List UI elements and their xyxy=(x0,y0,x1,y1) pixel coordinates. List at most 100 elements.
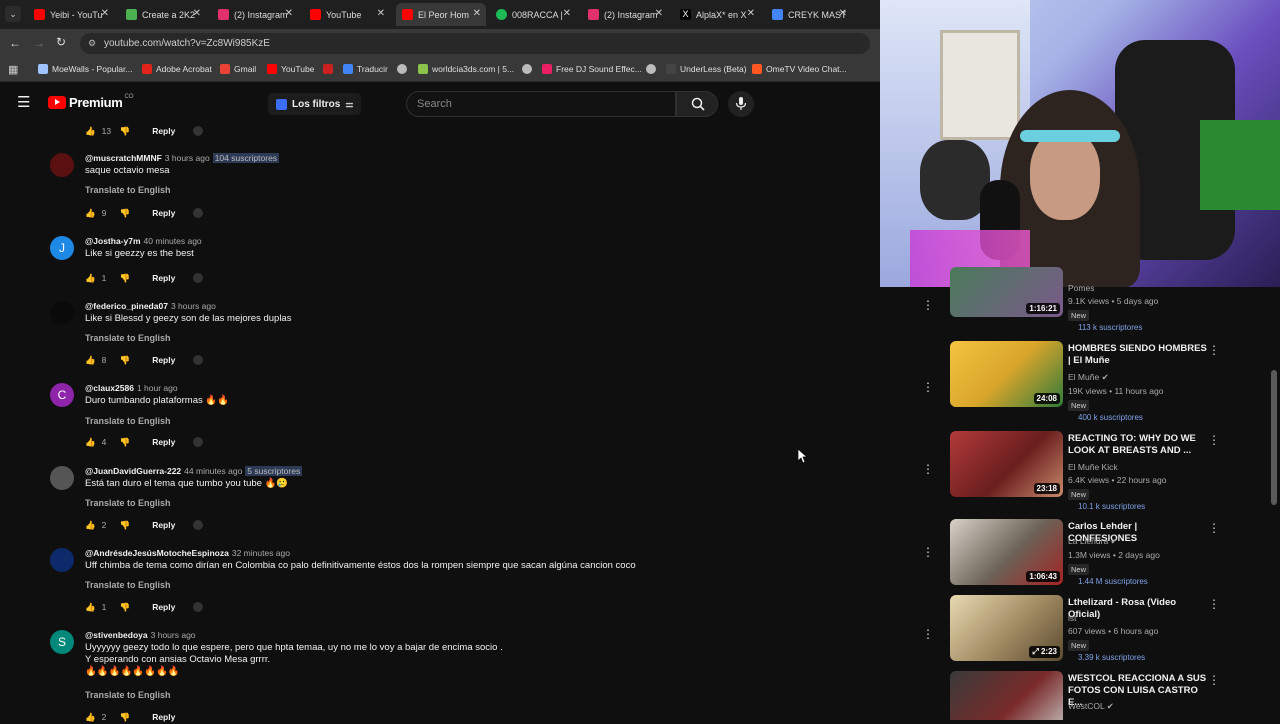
avatar[interactable] xyxy=(50,301,74,325)
video-thumbnail[interactable]: 1:16:21 xyxy=(950,267,1063,317)
dislike-icon[interactable]: 👎 xyxy=(120,208,131,219)
like-icon[interactable]: 👍 xyxy=(85,437,96,448)
dislike-icon[interactable]: 👎 xyxy=(120,273,131,284)
video-card[interactable]: 24:08 HOMBRES SIENDO HOMBRES | El Muñe E… xyxy=(950,341,1220,422)
translate-link[interactable]: Translate to English xyxy=(85,416,171,426)
video-title[interactable]: Lthelizard - Rosa (Video Oficial) xyxy=(1068,597,1208,621)
more-options-icon[interactable]: ⋮ xyxy=(922,462,934,476)
video-thumbnail[interactable]: ⤢ 2:23 xyxy=(950,595,1063,661)
more-options-icon[interactable]: ⋮ xyxy=(922,298,934,312)
dislike-icon[interactable]: 👎 xyxy=(120,437,131,448)
like-icon[interactable]: 👍 xyxy=(85,208,96,219)
video-channel[interactable]: El Muñe Kick xyxy=(1068,462,1118,472)
more-options-icon[interactable]: ⋮ xyxy=(922,545,934,559)
bookmark[interactable] xyxy=(522,64,536,74)
comment-author[interactable]: @Jostha-y7m 40 minutes ago xyxy=(85,236,202,246)
translate-link[interactable]: Translate to English xyxy=(85,580,171,590)
close-icon[interactable]: ✕ xyxy=(747,8,755,19)
tab-search-icon[interactable]: ⌄ xyxy=(5,6,21,22)
browser-tab[interactable]: YouTube ✕ xyxy=(304,3,390,26)
voice-search-button[interactable] xyxy=(728,91,754,117)
close-icon[interactable]: ✕ xyxy=(285,8,293,19)
reply-button[interactable]: Reply xyxy=(152,355,175,365)
more-options-icon[interactable]: ⋮ xyxy=(922,627,934,641)
video-channel[interactable]: WestCOL ✔ xyxy=(1068,701,1114,712)
site-info-icon[interactable]: ⚙ xyxy=(88,33,96,54)
video-thumbnail[interactable]: 23:18 xyxy=(950,431,1063,497)
bookmark[interactable]: YouTube xyxy=(267,64,314,74)
url-field[interactable]: ⚙ youtube.com/watch?v=Zc8Wi985KzE xyxy=(80,33,870,54)
translate-link[interactable]: Translate to English xyxy=(85,690,171,700)
close-icon[interactable]: ✕ xyxy=(473,8,481,19)
browser-tab[interactable]: CREYK MAST ✕ xyxy=(766,3,852,26)
video-thumbnail[interactable] xyxy=(950,671,1063,720)
like-icon[interactable]: 👍 xyxy=(85,520,96,531)
reply-button[interactable]: Reply xyxy=(152,520,175,530)
video-channel[interactable]: La Liendra ✔ xyxy=(1068,536,1118,547)
bookmark[interactable]: Traducir xyxy=(343,64,388,74)
close-icon[interactable]: ✕ xyxy=(101,8,109,19)
bookmark[interactable]: Free DJ Sound Effec... xyxy=(542,64,642,74)
video-title[interactable]: REACTING TO: WHY DO WE LOOK AT BREASTS A… xyxy=(1068,433,1208,457)
reply-button[interactable]: Reply xyxy=(152,273,175,283)
reply-button[interactable]: Reply xyxy=(152,602,175,612)
video-thumbnail[interactable]: 1:06:43 xyxy=(950,519,1063,585)
bookmark[interactable] xyxy=(397,64,411,74)
avatar[interactable]: C xyxy=(50,383,74,407)
bookmark[interactable]: MoeWalls - Popular... xyxy=(38,64,132,74)
bookmark[interactable]: OmeTV Video Chat... xyxy=(752,64,847,74)
youtube-logo[interactable]: Premium CO xyxy=(48,94,134,110)
dislike-icon[interactable]: 👎 xyxy=(120,712,131,723)
reply-button[interactable]: Reply xyxy=(152,208,175,218)
more-options-icon[interactable]: ⋮ xyxy=(1208,433,1220,447)
filters-extension-button[interactable]: Los filtros ⚌ xyxy=(268,93,362,115)
dislike-icon[interactable]: 👎 xyxy=(120,520,131,531)
translate-link[interactable]: Translate to English xyxy=(85,185,171,195)
bookmark[interactable]: worldcia3ds.com | 5... xyxy=(418,64,514,74)
comment-author[interactable]: @claux2586 1 hour ago xyxy=(85,383,178,393)
more-options-icon[interactable]: ⋮ xyxy=(1208,673,1220,687)
search-button[interactable] xyxy=(676,91,718,117)
video-thumbnail[interactable]: 24:08 xyxy=(950,341,1063,407)
bookmark[interactable]: Gmail xyxy=(220,64,256,74)
more-options-icon[interactable]: ⋮ xyxy=(1208,597,1220,611)
browser-tab-active[interactable]: El Peor Hom ✕ xyxy=(396,3,486,26)
avatar[interactable]: S xyxy=(50,630,74,654)
close-icon[interactable]: ✕ xyxy=(563,8,571,19)
like-icon[interactable]: 👍 xyxy=(85,273,96,284)
reply-button[interactable]: Reply xyxy=(152,712,175,722)
bookmark[interactable]: Adobe Acrobat xyxy=(142,64,212,74)
comment-author[interactable]: @muscratchMMNF 3 hours ago 104 suscriptore… xyxy=(85,153,280,163)
browser-tab[interactable]: Yeibi - YouTu ✕ xyxy=(28,3,114,26)
back-icon[interactable]: ← xyxy=(9,36,21,50)
avatar[interactable] xyxy=(50,466,74,490)
like-icon[interactable]: 👍 xyxy=(85,602,96,613)
more-options-icon[interactable]: ⋮ xyxy=(1208,521,1220,535)
browser-tab[interactable]: X AlplaX* en X ✕ xyxy=(674,3,760,26)
video-card[interactable]: ⤢ 2:23 Lthelizard - Rosa (Video Oficial)… xyxy=(950,595,1220,665)
video-channel[interactable]: Pomes xyxy=(1068,283,1094,293)
video-title[interactable]: HOMBRES SIENDO HOMBRES | El Muñe xyxy=(1068,343,1208,367)
video-channel[interactable]: lst xyxy=(1068,613,1077,623)
comment-author[interactable]: @stivenbedoya 3 hours ago xyxy=(85,630,196,640)
dislike-icon[interactable]: 👎 xyxy=(120,602,131,613)
apps-grid-icon[interactable]: ▦ xyxy=(8,63,18,76)
more-options-icon[interactable]: ⋮ xyxy=(922,380,934,394)
close-icon[interactable]: ✕ xyxy=(193,8,201,19)
video-card[interactable]: WESTCOL REACCIONA A SUS FOTOS CON LUISA … xyxy=(950,671,1220,720)
sidebar-scrollbar[interactable] xyxy=(1271,370,1277,505)
translate-link[interactable]: Translate to English xyxy=(85,333,171,343)
comment-author[interactable]: @AndrésdeJesúsMotocheEspinoza 32 minutes … xyxy=(85,548,290,558)
translate-link[interactable]: Translate to English xyxy=(85,498,171,508)
more-options-icon[interactable]: ⋮ xyxy=(1208,343,1220,357)
video-card[interactable]: 1:16:21 Pomes 9.1K views • 5 days ago Ne… xyxy=(950,267,1220,337)
browser-tab[interactable]: (2) Instagram ✕ xyxy=(212,3,298,26)
reload-icon[interactable]: ↻ xyxy=(56,35,66,49)
like-icon[interactable]: 👍 xyxy=(85,712,96,723)
avatar[interactable] xyxy=(50,153,74,177)
comment-author[interactable]: @federico_pineda07 3 hours ago xyxy=(85,301,216,311)
dislike-icon[interactable]: 👎 xyxy=(120,126,131,137)
browser-tab[interactable]: Create a 2K2 ✕ xyxy=(120,3,206,26)
bookmark[interactable]: UnderLess (Beta) xyxy=(666,64,747,74)
video-channel[interactable]: El Muñe ✔ xyxy=(1068,372,1109,383)
